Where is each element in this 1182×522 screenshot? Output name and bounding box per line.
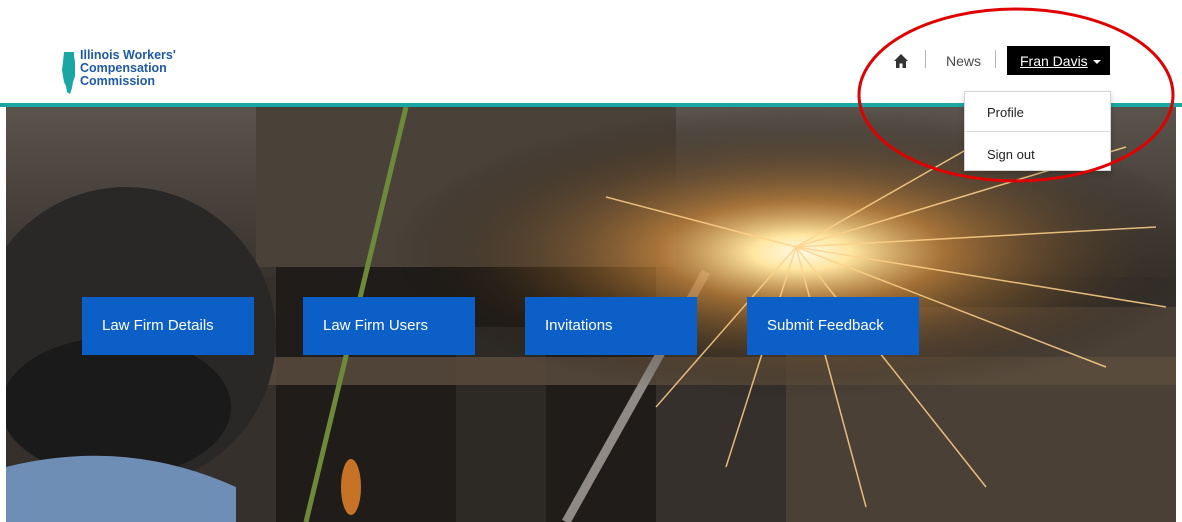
logo-line-3: Commission bbox=[80, 74, 156, 88]
nav-divider bbox=[925, 50, 926, 68]
menu-divider bbox=[965, 131, 1110, 132]
user-menu-button[interactable]: Fran Davis bbox=[1007, 46, 1110, 75]
menu-item-profile[interactable]: Profile bbox=[987, 105, 1024, 120]
site-logo[interactable]: Illinois Workers' Compensation Commissio… bbox=[62, 49, 176, 94]
tile-law-firm-details[interactable]: Law Firm Details bbox=[82, 297, 254, 355]
site-header: Illinois Workers' Compensation Commissio… bbox=[0, 0, 1182, 103]
illinois-state-icon bbox=[62, 52, 75, 94]
menu-item-sign-out[interactable]: Sign out bbox=[987, 147, 1035, 162]
news-link[interactable]: News bbox=[946, 53, 981, 69]
tile-law-firm-users[interactable]: Law Firm Users bbox=[303, 297, 475, 355]
user-dropdown-menu: Profile Sign out bbox=[964, 91, 1111, 171]
tile-submit-feedback[interactable]: Submit Feedback bbox=[747, 297, 919, 355]
caret-down-icon bbox=[1092, 60, 1101, 65]
home-icon[interactable] bbox=[893, 53, 909, 69]
nav-divider bbox=[995, 50, 996, 68]
user-name: Fran Davis bbox=[1020, 53, 1088, 69]
tile-invitations[interactable]: Invitations bbox=[525, 297, 697, 355]
